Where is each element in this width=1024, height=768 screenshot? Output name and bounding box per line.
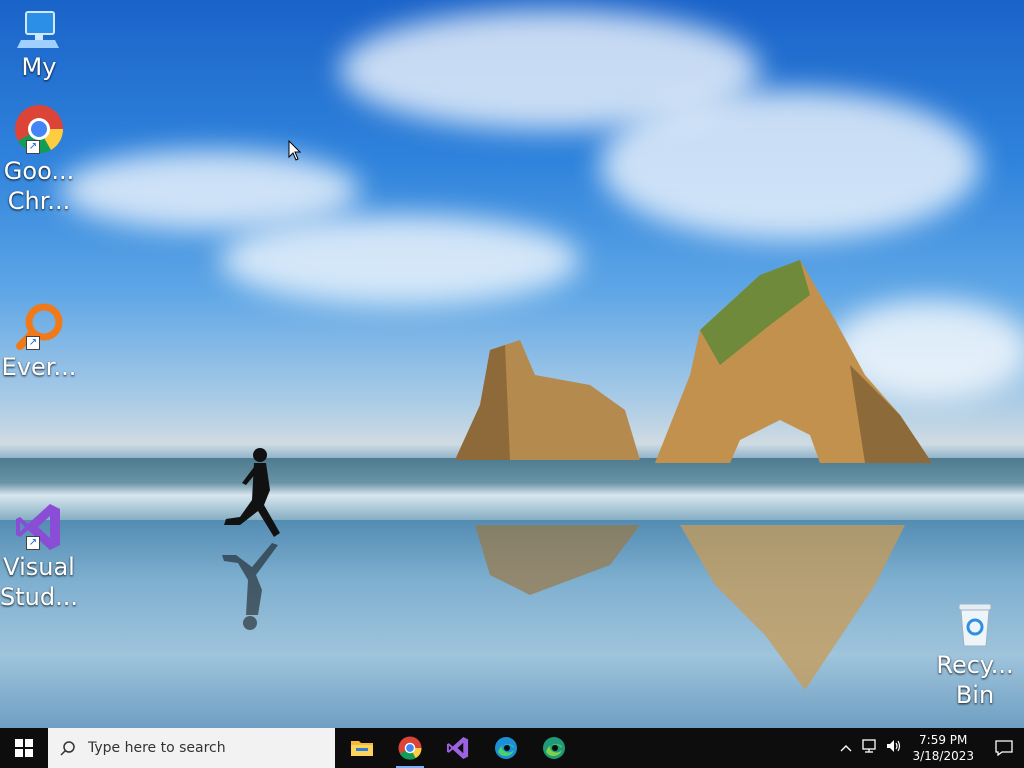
search-icon bbox=[60, 741, 75, 756]
chrome-icon bbox=[398, 736, 422, 760]
desktop-icon-label: Recy... Bin bbox=[936, 651, 1014, 709]
clock-time: 7:59 PM bbox=[919, 733, 968, 747]
wallpaper-sea bbox=[0, 458, 1024, 520]
desktop-icon-visual-studio[interactable]: ↗ Visual Stud... bbox=[0, 502, 78, 612]
system-tray: 7:59 PM 3/18/2023 bbox=[834, 728, 1024, 768]
wallpaper-rock-left bbox=[455, 340, 640, 460]
taskbar: Type here to search 7:59 PM 3/18/2023 bbox=[0, 728, 1024, 768]
desktop-icon-google-chrome[interactable]: ↗ Goo... Chr... bbox=[0, 104, 78, 216]
shortcut-arrow-icon: ↗ bbox=[26, 536, 40, 550]
network-glyph bbox=[862, 739, 877, 753]
action-center-button[interactable] bbox=[984, 740, 1024, 756]
clock-date: 3/18/2023 bbox=[912, 749, 974, 763]
taskbar-app-edge[interactable] bbox=[482, 728, 530, 768]
search-placeholder: Type here to search bbox=[88, 740, 226, 756]
taskbar-app-edge-dev[interactable] bbox=[530, 728, 578, 768]
wallpaper-rock-reflection bbox=[680, 525, 905, 690]
desktop-icon-label: Ever... bbox=[1, 353, 77, 381]
taskbar-app-google-chrome[interactable] bbox=[386, 728, 434, 768]
desktop-icon-label: Visual Stud... bbox=[0, 553, 78, 611]
desktop-icon-label: Goo... Chr... bbox=[3, 157, 75, 215]
edge-dev-icon bbox=[543, 737, 565, 759]
wallpaper-cloud bbox=[600, 90, 980, 240]
windows-logo-icon bbox=[15, 739, 33, 757]
shortcut-arrow-icon: ↗ bbox=[26, 336, 40, 350]
edge-icon bbox=[495, 737, 517, 759]
recycle-bin-icon bbox=[958, 603, 992, 647]
speaker-glyph bbox=[887, 740, 901, 752]
notification-icon bbox=[995, 740, 1013, 756]
show-hidden-icons-chevron-icon[interactable] bbox=[834, 740, 858, 756]
folder-icon bbox=[351, 741, 373, 756]
chevron-up-icon bbox=[840, 745, 852, 752]
visual-studio-icon bbox=[446, 736, 469, 760]
desktop-icon-label: My bbox=[21, 53, 57, 81]
mouse-cursor-icon bbox=[288, 140, 302, 161]
taskbar-app-visual-studio[interactable] bbox=[434, 728, 482, 768]
wallpaper-runner bbox=[222, 448, 280, 630]
desktop-icon-my-computer[interactable]: My bbox=[0, 10, 78, 82]
wallpaper-cloud bbox=[60, 150, 360, 230]
computer-icon bbox=[17, 11, 59, 48]
network-icon[interactable] bbox=[858, 739, 882, 757]
wallpaper-rock-right bbox=[655, 260, 932, 463]
start-button[interactable] bbox=[0, 728, 48, 768]
taskbar-app-file-explorer[interactable] bbox=[338, 728, 386, 768]
desktop-wallpaper bbox=[0, 0, 1024, 728]
volume-icon[interactable] bbox=[882, 739, 906, 757]
desktop-icon-everything[interactable]: ↗ Ever... bbox=[0, 302, 78, 382]
shortcut-arrow-icon: ↗ bbox=[26, 140, 40, 154]
taskbar-clock[interactable]: 7:59 PM 3/18/2023 bbox=[912, 732, 974, 764]
desktop-icon-recycle-bin[interactable]: Recy... Bin bbox=[936, 600, 1014, 710]
taskbar-search-box[interactable]: Type here to search bbox=[48, 728, 335, 768]
wallpaper-rock-reflection bbox=[475, 525, 640, 595]
wallpaper-cloud bbox=[220, 215, 580, 305]
